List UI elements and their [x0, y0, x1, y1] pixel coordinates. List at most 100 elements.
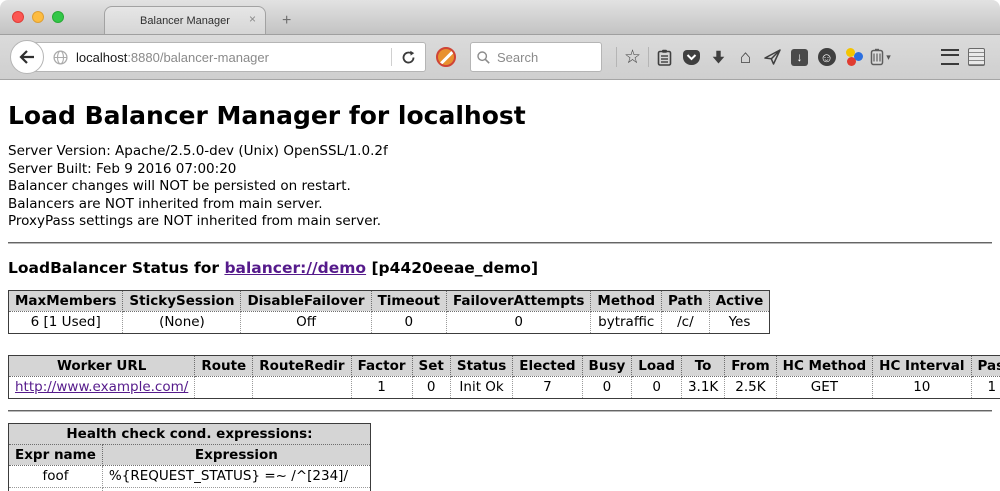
balancer-heading-prefix: LoadBalancer Status for	[8, 259, 224, 277]
toolbar-separator	[648, 47, 649, 67]
column-header: Elected	[513, 355, 582, 376]
download-helper-icon[interactable]: ↓	[786, 45, 813, 69]
downloads-icon[interactable]	[705, 45, 732, 69]
proxypass-note-line: ProxyPass settings are NOT inherited fro…	[8, 213, 992, 231]
table-cell: 0	[632, 376, 682, 398]
column-header: Load	[632, 355, 682, 376]
feedback-smiley-icon[interactable]: ☺	[813, 45, 840, 69]
table-cell: bytraffic	[591, 311, 662, 333]
back-button[interactable]	[10, 40, 44, 74]
table-cell: 3.1K	[681, 376, 724, 398]
divider	[8, 410, 992, 412]
column-header: Factor	[351, 355, 412, 376]
dropdown-caret-icon[interactable]: ▾	[886, 52, 891, 63]
tab-title: Balancer Manager	[140, 15, 230, 27]
page-thumbnail-icon[interactable]	[963, 45, 990, 69]
table-cell: 10	[873, 376, 971, 398]
table-cell: /c/	[662, 311, 710, 333]
home-icon[interactable]: ⌂	[732, 45, 759, 69]
table-cell: GET	[776, 376, 873, 398]
column-header: Busy	[582, 355, 632, 376]
column-header: From	[725, 355, 776, 376]
table-cell	[253, 376, 351, 398]
url-bar[interactable]: localhost:8880/balancer-manager	[28, 42, 426, 72]
back-arrow-icon	[19, 50, 35, 64]
server-info: Server Version: Apache/2.5.0-dev (Unix) …	[8, 143, 992, 231]
column-header: Expression	[102, 444, 370, 465]
reload-icon[interactable]	[392, 50, 425, 65]
column-header: HC Interval	[873, 355, 971, 376]
table-cell: 1	[351, 376, 412, 398]
navigation-toolbar: localhost:8880/balancer-manager ☆	[0, 35, 1000, 80]
health-check-expressions-table: Health check cond. expressions:Expr name…	[8, 423, 371, 491]
table-cell: 1 (0)	[971, 376, 1000, 398]
page-content: Load Balancer Manager for localhost Serv…	[0, 80, 1000, 491]
send-tab-icon[interactable]	[759, 45, 786, 69]
balancer-heading-suffix: [p4420eeae_demo]	[366, 259, 538, 277]
battery-status-icon[interactable]: ▾	[867, 45, 894, 69]
tab-bar: Balancer Manager × +	[0, 0, 1000, 35]
new-tab-button[interactable]: +	[282, 12, 291, 30]
inherit-note-line: Balancers are NOT inherited from main se…	[8, 196, 992, 214]
worker-status-table: Worker URLRouteRouteRedirFactorSetStatus…	[8, 355, 1000, 399]
tab-balancer-manager[interactable]: Balancer Manager ×	[104, 6, 266, 34]
minimize-window-button[interactable]	[32, 11, 44, 23]
table-cell: 2.5K	[725, 376, 776, 398]
table-cell: 0	[447, 311, 591, 333]
pocket-icon[interactable]	[678, 45, 705, 69]
globe-icon	[53, 50, 68, 65]
table-cell: 7	[513, 376, 582, 398]
server-version-line: Server Version: Apache/2.5.0-dev (Unix) …	[8, 143, 992, 161]
persist-note-line: Balancer changes will NOT be persisted o…	[8, 178, 992, 196]
search-bar[interactable]	[470, 42, 602, 72]
balancer-settings-table: MaxMembersStickySessionDisableFailoverTi…	[8, 290, 770, 334]
fullscreen-window-button[interactable]	[52, 11, 64, 23]
table-cell: Off	[241, 311, 371, 333]
column-header: Worker URL	[9, 355, 195, 376]
balancer-demo-link[interactable]: balancer://demo	[224, 259, 366, 277]
close-tab-icon[interactable]: ×	[249, 12, 256, 26]
close-window-button[interactable]	[12, 11, 24, 23]
worker-url-link[interactable]: http://www.example.com/	[15, 379, 188, 395]
window-controls	[12, 11, 64, 23]
toolbar-separator	[616, 47, 617, 67]
search-icon	[477, 51, 490, 64]
url-path-text: :8880/balancer-manager	[127, 50, 269, 65]
bookmark-star-icon[interactable]: ☆	[619, 45, 646, 69]
menu-hamburger-icon[interactable]	[936, 45, 963, 69]
column-header: Route	[195, 355, 253, 376]
divider	[8, 242, 992, 244]
url-host-text: localhost	[76, 50, 127, 65]
table-title: Health check cond. expressions:	[9, 423, 371, 444]
column-header: Active	[709, 290, 770, 311]
column-header: RouteRedir	[253, 355, 351, 376]
column-header: HC Method	[776, 355, 873, 376]
table-cell: foof	[9, 465, 103, 487]
column-header: To	[681, 355, 724, 376]
column-header: FailoverAttempts	[447, 290, 591, 311]
column-header: Status	[450, 355, 512, 376]
search-input[interactable]	[495, 49, 594, 66]
table-cell: foof2	[9, 487, 103, 491]
column-header: DisableFailover	[241, 290, 371, 311]
column-header: StickySession	[123, 290, 241, 311]
column-header: Passes	[971, 355, 1000, 376]
content-blocked-icon[interactable]	[436, 47, 456, 67]
clipboard-icon[interactable]	[651, 45, 678, 69]
table-cell: hc('body') =~ /domain is established/	[102, 487, 370, 491]
column-header: MaxMembers	[9, 290, 123, 311]
page-title: Load Balancer Manager for localhost	[8, 101, 992, 130]
column-header: Set	[412, 355, 450, 376]
table-cell: 0	[371, 311, 446, 333]
table-cell: (None)	[123, 311, 241, 333]
table-cell	[195, 376, 253, 398]
balancer-status-heading: LoadBalancer Status for balancer://demo …	[8, 259, 992, 277]
extension-dots-icon[interactable]	[840, 45, 867, 69]
column-header: Path	[662, 290, 710, 311]
table-cell: Yes	[709, 311, 770, 333]
table-cell: 6 [1 Used]	[9, 311, 123, 333]
table-cell: %{REQUEST_STATUS} =~ /^[234]/	[102, 465, 370, 487]
table-cell: 0	[582, 376, 632, 398]
column-header: Timeout	[371, 290, 446, 311]
table-cell: 0	[412, 376, 450, 398]
